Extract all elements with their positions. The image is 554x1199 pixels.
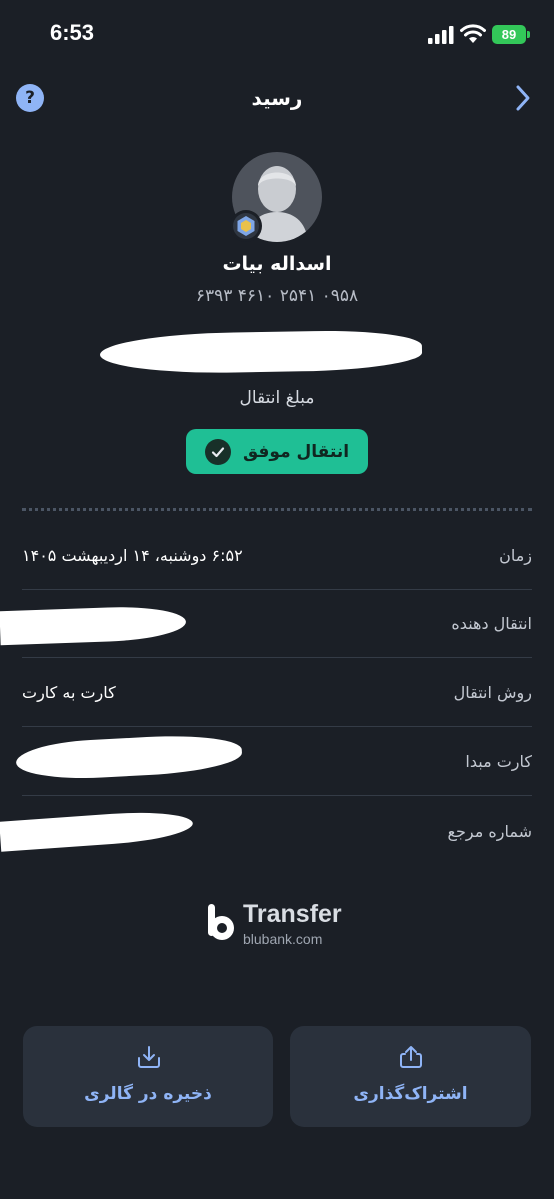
status-badge: انتقال موفق: [186, 429, 368, 474]
row-value: ۶:۵۲ دوشنبه، ۱۴ اردیبهشت ۱۴۰۵: [22, 546, 243, 565]
hexagon-badge-icon: [230, 210, 262, 242]
share-button[interactable]: اشتراک‌گذاری: [290, 1026, 531, 1127]
row-value: کارت به کارت: [22, 683, 116, 702]
status-time: 6:53: [50, 20, 95, 45]
save-to-gallery-button[interactable]: ذخیره در گالری: [23, 1026, 273, 1127]
row-label: زمان: [499, 546, 532, 565]
signal-icon: [428, 26, 454, 44]
redacted-amount: [99, 329, 423, 375]
recipient-name: اسداله بیات: [222, 253, 332, 275]
status-text: انتقال موفق: [242, 441, 350, 462]
bank-logo: Transfer blubank.com: [205, 900, 355, 950]
recipient-card-number: ۶۳۹۳ ۴۶۱۰ ۲۵۴۱ ۰۹۵۸: [195, 286, 359, 306]
page-title: رسید: [251, 86, 303, 110]
help-button[interactable]: ?: [16, 84, 44, 112]
chevron-right-icon[interactable]: [512, 84, 534, 112]
save-label: ذخیره در گالری: [84, 1084, 212, 1104]
row-label: کارت مبدا: [465, 752, 532, 771]
share-label: اشتراک‌گذاری: [353, 1084, 468, 1104]
download-icon: [138, 1046, 160, 1068]
row-label: انتقال دهنده: [451, 614, 532, 633]
amount-label: مبلغ انتقال: [239, 388, 315, 408]
check-icon: [204, 438, 231, 465]
wifi-icon: [460, 24, 486, 43]
row-label: شماره مرجع: [447, 821, 532, 841]
battery-indicator: 89: [492, 25, 526, 44]
divider: [22, 508, 532, 511]
logo-domain: blubank.com: [243, 931, 323, 947]
detail-row-time: زمان ۶:۵۲ دوشنبه، ۱۴ اردیبهشت ۱۴۰۵: [22, 522, 532, 590]
logo-name: Transfer: [243, 900, 342, 928]
status-bar: 6:53 89: [0, 0, 554, 70]
blu-logo-icon: [208, 904, 234, 940]
detail-row-method: روش انتقال کارت به کارت: [22, 659, 532, 727]
battery-tip: [527, 31, 530, 38]
receipt-screen: 6:53 89 ? رسید اسداله بیات ۶۳۹۳ ۴۶۱۰ ۲۵۴…: [0, 0, 554, 1199]
row-label: روش انتقال: [453, 683, 532, 702]
share-icon: [400, 1046, 422, 1068]
